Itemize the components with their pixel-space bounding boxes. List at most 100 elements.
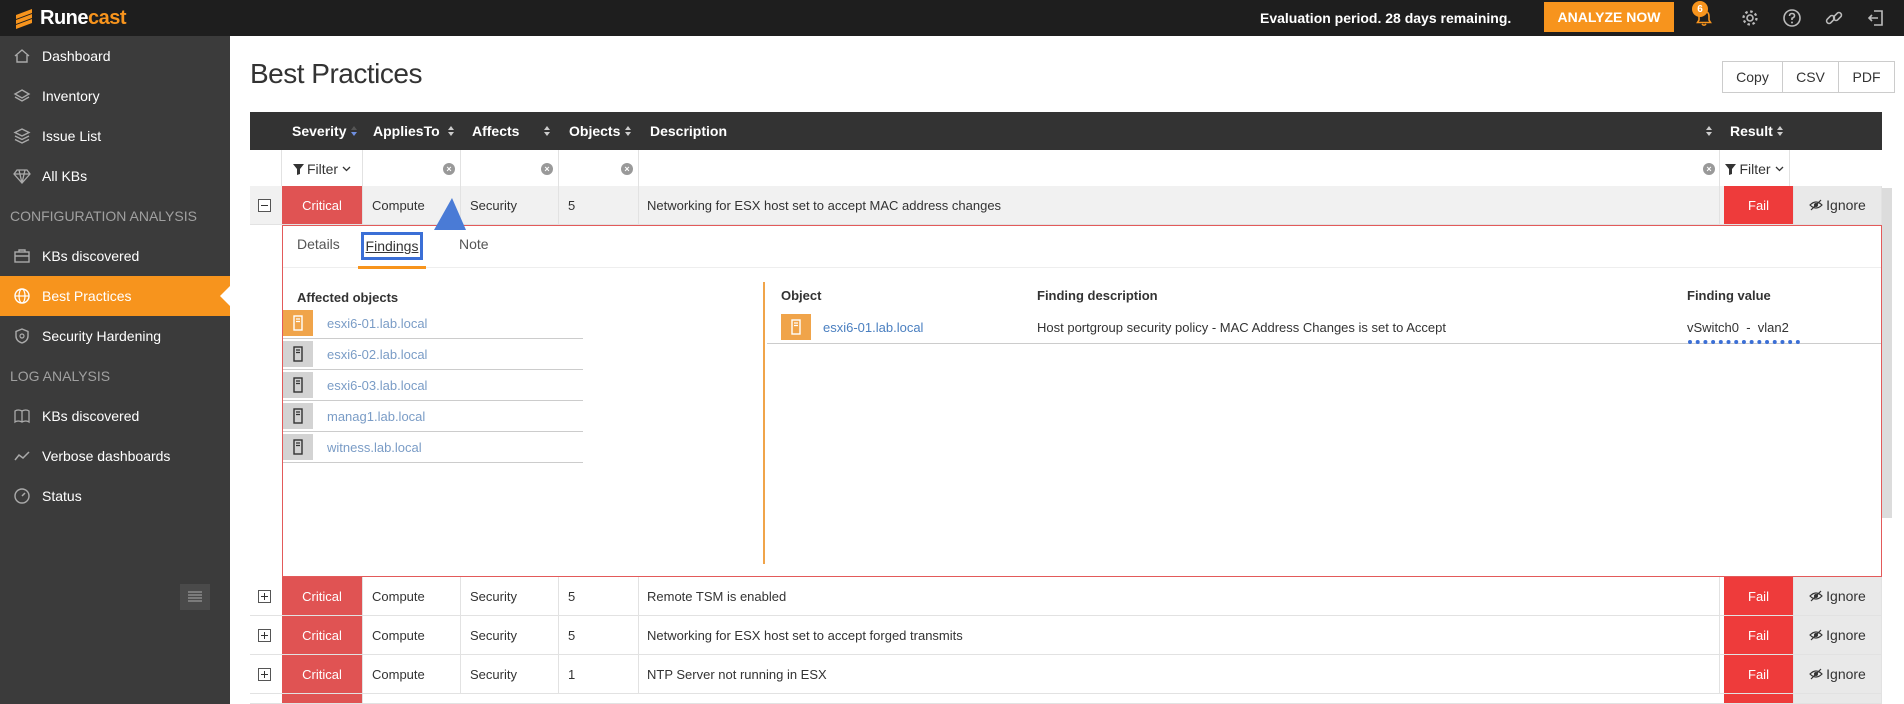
affects-filter-input[interactable]: × [461,150,559,188]
sidebar: Dashboard Inventory Issue List All KBs C… [0,36,230,704]
ignore-button[interactable]: Ignore [1794,616,1882,654]
sidebar-item-label: Inventory [42,88,100,104]
pdf-button[interactable]: PDF [1839,61,1895,93]
tab-findings[interactable]: Findings [361,232,423,260]
affected-object-item[interactable]: esxi6-01.lab.local [283,308,583,339]
logout-icon[interactable] [1862,4,1890,32]
expand-row-button[interactable] [258,629,271,642]
clear-filter-icon[interactable]: × [621,163,633,175]
gear-icon[interactable] [1736,4,1764,32]
tab-details[interactable]: Details [297,236,340,252]
callout-arrow-icon [434,198,466,230]
chevron-down-icon [342,166,351,172]
ignore-button[interactable]: Ignore [1794,577,1882,615]
sort-icon[interactable] [1705,125,1713,137]
ignore-button[interactable] [1794,694,1882,703]
affected-object-link[interactable]: esxi6-01.lab.local [327,316,427,331]
affected-object-item[interactable]: esxi6-03.lab.local [283,370,583,401]
row-details-panel: Details Findings Note Affected objects e… [282,225,1882,577]
clear-filter-icon[interactable]: × [443,163,455,175]
result-fail-badge: Fail [1724,616,1794,654]
affected-object-item[interactable]: esxi6-02.lab.local [283,339,583,370]
sort-icon[interactable] [447,125,455,137]
link-icon[interactable] [1820,4,1848,32]
ignore-label: Ignore [1826,666,1866,682]
table-row[interactable]: Critical Compute Security 1 NTP Server n… [250,655,1882,694]
help-icon[interactable] [1778,4,1806,32]
table-header: Severity AppliesTo Affects Objects Descr… [250,112,1882,150]
sidebar-item-dashboard[interactable]: Dashboard [0,36,230,76]
eye-slash-icon [1809,590,1823,602]
sidebar-item-status[interactable]: Status [0,476,230,516]
sidebar-item-issue-list[interactable]: Issue List [0,116,230,156]
sort-icon[interactable] [543,125,551,137]
sidebar-item-kbs-discovered-config[interactable]: KBs discovered [0,236,230,276]
copy-button[interactable]: Copy [1722,61,1783,93]
server-icon [283,434,313,460]
objects-filter-input[interactable]: × [559,150,639,188]
column-header-description[interactable]: Description [650,112,727,150]
table-row[interactable]: Critical Compute Security 5 Networking f… [250,616,1882,655]
expand-row-button[interactable] [258,590,271,603]
column-header-result[interactable]: Result [1730,112,1773,150]
description-filter-input[interactable]: × [639,150,1720,188]
sidebar-item-label: Security Hardening [42,328,162,344]
server-icon [283,310,313,336]
affected-object-item[interactable]: manag1.lab.local [283,401,583,432]
table-row[interactable] [250,694,1882,704]
server-icon [781,314,811,340]
clear-filter-icon[interactable]: × [1703,163,1715,175]
csv-button[interactable]: CSV [1783,61,1839,93]
applies-to-filter-input[interactable]: × [363,150,461,188]
result-filter-dropdown[interactable]: Filter [1720,150,1790,188]
ignore-button[interactable]: Ignore [1794,186,1882,224]
ignore-button[interactable]: Ignore [1794,655,1882,693]
tab-note[interactable]: Note [459,236,489,252]
finding-object-link[interactable]: esxi6-01.lab.local [823,320,923,335]
collapse-row-button[interactable] [258,199,271,212]
sidebar-item-verbose-dashboards[interactable]: Verbose dashboards [0,436,230,476]
analyze-now-button[interactable]: ANALYZE NOW [1544,2,1674,32]
home-icon [12,46,32,66]
sort-desc-icon[interactable] [350,125,358,137]
sidebar-section-log-analysis: LOG ANALYSIS [10,368,111,384]
sort-icon[interactable] [1776,125,1784,137]
panel-divider [763,282,765,564]
sidebar-section-configuration: CONFIGURATION ANALYSIS [10,208,197,224]
severity-filter-dropdown[interactable]: Filter [282,150,363,188]
findings-header-object: Object [781,288,822,303]
column-header-affects[interactable]: Affects [472,112,519,150]
sidebar-item-best-practices[interactable]: Best Practices [0,276,230,316]
table-row[interactable]: Critical Compute Security 5 Remote TSM i… [250,577,1882,616]
runecast-logo[interactable]: Rune cast [14,0,127,36]
vertical-scrollbar[interactable] [1882,188,1892,518]
notification-count-badge: 6 [1692,1,1708,17]
brand-name-b: cast [88,6,127,29]
sidebar-item-inventory[interactable]: Inventory [0,76,230,116]
affected-object-link[interactable]: esxi6-02.lab.local [327,347,427,362]
affected-object-link[interactable]: esxi6-03.lab.local [327,378,427,393]
funnel-icon [1725,163,1737,175]
column-header-severity[interactable]: Severity [292,112,346,150]
column-header-applies-to[interactable]: AppliesTo [373,112,440,150]
sidebar-item-all-kbs[interactable]: All KBs [0,156,230,196]
severity-badge [282,694,363,703]
ignore-label: Ignore [1826,588,1866,604]
server-icon [283,372,313,398]
filter-cell-empty [250,150,282,188]
finding-row: esxi6-01.lab.local Host portgroup securi… [767,310,1881,344]
sidebar-item-kbs-discovered-log[interactable]: KBs discovered [0,396,230,436]
table-row[interactable]: Critical Compute Security 5 Networking f… [250,186,1882,225]
affected-object-item[interactable]: witness.lab.local [283,432,583,463]
column-header-objects[interactable]: Objects [569,112,620,150]
affected-object-link[interactable]: manag1.lab.local [327,409,425,424]
sidebar-item-security-hardening[interactable]: Security Hardening [0,316,230,356]
expand-row-button[interactable] [258,668,271,681]
sidebar-item-label: Dashboard [42,48,111,64]
sidebar-collapse-button[interactable] [180,584,210,610]
sort-icon[interactable] [624,125,632,137]
top-bar: Rune cast Evaluation period. 28 days rema… [0,0,1904,36]
finding-description: Host portgroup security policy - MAC Add… [1037,320,1446,335]
clear-filter-icon[interactable]: × [541,163,553,175]
affected-object-link[interactable]: witness.lab.local [327,440,422,455]
